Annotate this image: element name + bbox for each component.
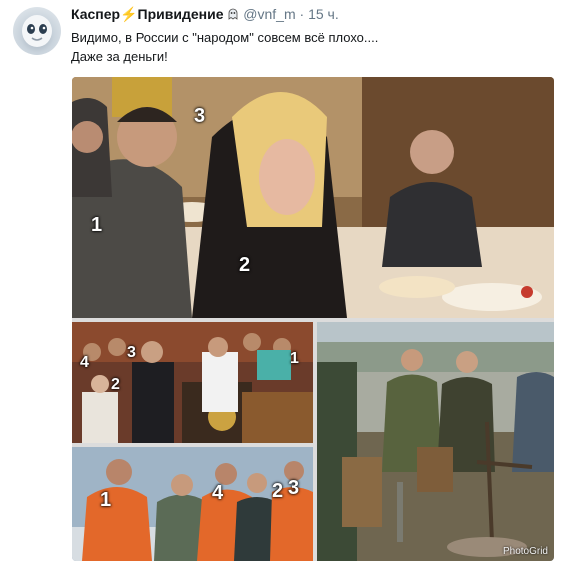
photo-countryside-image bbox=[317, 322, 554, 561]
photo-dinner-image bbox=[72, 77, 554, 318]
photo-workers[interactable]: 1 4 2 3 bbox=[72, 447, 313, 561]
photo-label-4: 4 bbox=[212, 482, 224, 504]
lightning-icon: ⚡ bbox=[120, 6, 138, 22]
photo-label-3: 3 bbox=[194, 105, 206, 127]
photo-church-image bbox=[72, 322, 313, 443]
time-separator: · bbox=[299, 6, 305, 22]
photo-church-service[interactable]: 4 3 2 1 bbox=[72, 322, 313, 443]
author-name[interactable]: Каспер bbox=[71, 6, 120, 22]
ghost-emoji-icon bbox=[228, 8, 238, 20]
author-name-suffix[interactable]: Привидение bbox=[138, 6, 224, 22]
tweet-media-collage[interactable]: 1 2 3 4 3 2 1 1 4 2 3 PhotoGrid bbox=[72, 77, 554, 561]
tweet-timestamp[interactable]: 15 ч. bbox=[308, 6, 339, 22]
ghost-icon bbox=[22, 15, 52, 47]
photo-countryside[interactable] bbox=[317, 322, 554, 561]
tweet-text-line: Видимо, в России с "народом" совсем всё … bbox=[71, 30, 379, 45]
tweet-text: Видимо, в России с "народом" совсем всё … bbox=[71, 28, 378, 66]
photogrid-watermark: PhotoGrid bbox=[502, 546, 548, 557]
author-avatar[interactable] bbox=[13, 7, 61, 55]
photo-label-3: 3 bbox=[288, 477, 300, 499]
photo-label-2: 2 bbox=[239, 254, 251, 276]
tweet-header: Каспер⚡Привидение @vnf_m · 15 ч. bbox=[71, 6, 339, 26]
tweet-text-line: Даже за деньги! bbox=[71, 49, 168, 64]
photo-label-3: 3 bbox=[127, 344, 136, 361]
photo-label-2: 2 bbox=[111, 376, 120, 393]
author-handle[interactable]: @vnf_m bbox=[243, 6, 295, 22]
photo-label-1: 1 bbox=[290, 350, 299, 367]
photo-label-2: 2 bbox=[272, 480, 284, 502]
photo-label-1: 1 bbox=[91, 214, 103, 236]
photo-dinner-table[interactable]: 1 2 3 bbox=[72, 77, 554, 318]
photo-label-4: 4 bbox=[80, 354, 89, 371]
photo-label-1: 1 bbox=[100, 489, 112, 511]
